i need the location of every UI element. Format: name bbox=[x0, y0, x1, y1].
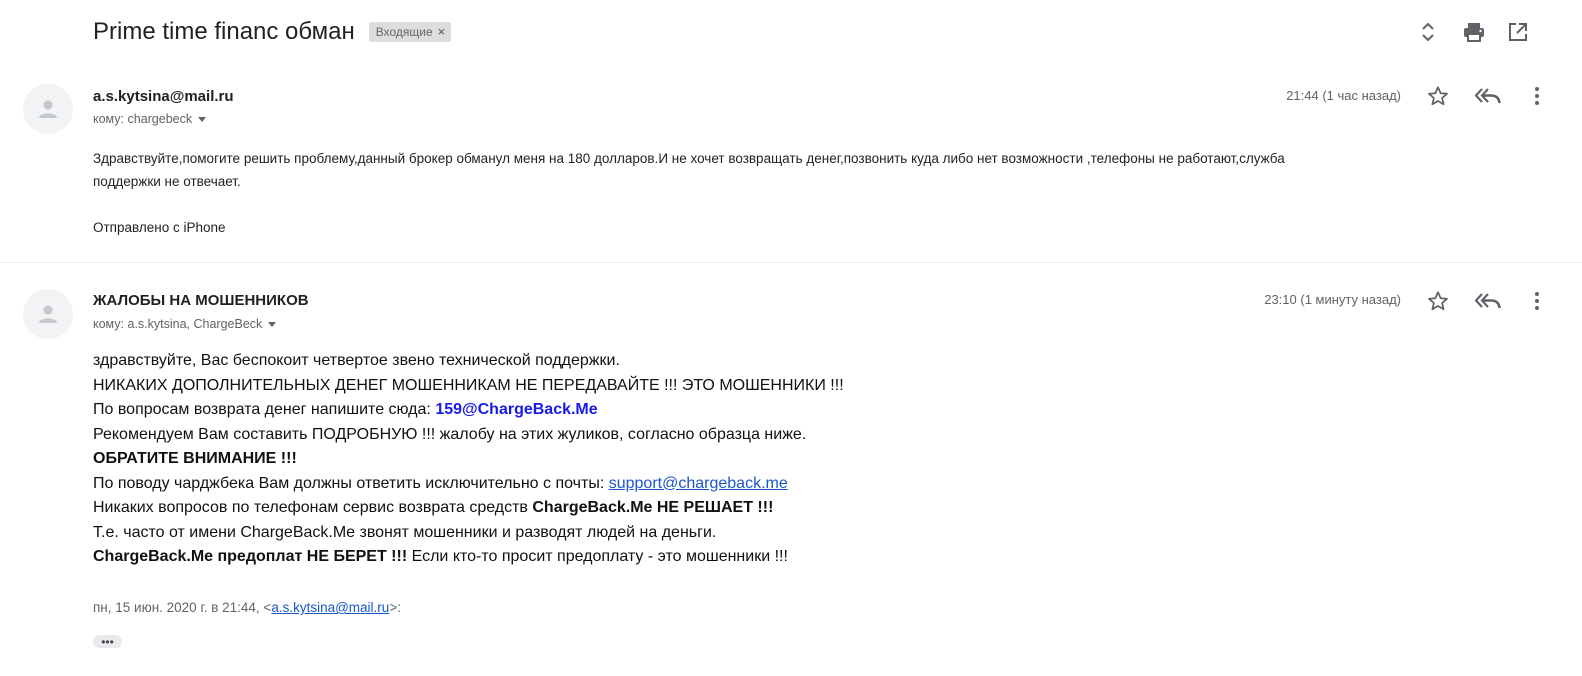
sender-email[interactable]: a.s.kytsina@mail.ru bbox=[93, 88, 234, 105]
expand-collapse-icon[interactable] bbox=[1415, 18, 1441, 46]
recipients-text: кому: chargebeck bbox=[93, 112, 193, 126]
show-trimmed-content-button[interactable]: ••• bbox=[93, 635, 122, 648]
show-details-chevron-icon[interactable] bbox=[268, 321, 277, 327]
avatar bbox=[23, 289, 73, 339]
more-options-icon[interactable] bbox=[1524, 288, 1550, 314]
print-icon[interactable] bbox=[1461, 18, 1487, 46]
open-in-new-window-icon[interactable] bbox=[1505, 18, 1531, 46]
quote-suffix: >: bbox=[389, 600, 401, 615]
quote-prefix: пн, 15 июн. 2020 г. в 21:44, < bbox=[93, 600, 272, 615]
body-line: НИКАКИХ ДОПОЛНИТЕЛЬНЫХ ДЕНЕГ МОШЕННИКАМ … bbox=[93, 376, 844, 394]
body-line: По поводу чарджбека Вам должны ответить … bbox=[93, 472, 1533, 497]
inbox-label-chip[interactable]: Входящие × bbox=[368, 22, 452, 42]
message-body: здравствуйте, Вас беспокоит четвертое зв… bbox=[93, 349, 1533, 570]
show-details-chevron-icon[interactable] bbox=[198, 116, 207, 122]
star-icon[interactable] bbox=[1425, 83, 1451, 109]
body-text: Никаких вопросов по телефонам сервис воз… bbox=[93, 499, 533, 516]
reply-all-icon[interactable] bbox=[1475, 288, 1501, 314]
body-bold-text: ОБРАТИТЕ ВНИМАНИЕ !!! bbox=[93, 450, 297, 467]
recipients-text: кому: a.s.kytsina, ChargeBeck bbox=[93, 317, 263, 331]
body-line: Здравствуйте,помогите решить проблему,да… bbox=[93, 151, 1285, 166]
star-icon[interactable] bbox=[1425, 288, 1451, 314]
body-bold-text: ChargeBack.Me предоплат НЕ БЕРЕТ !!! bbox=[93, 548, 408, 565]
refund-email-link[interactable]: 159@ChargeBack.Me bbox=[435, 401, 597, 418]
remove-label-icon[interactable]: × bbox=[438, 24, 446, 39]
body-line: Т.е. часто от имени ChargeBack.Me звонят… bbox=[93, 523, 717, 541]
body-line: ChargeBack.Me предоплат НЕ БЕРЕТ !!! Есл… bbox=[93, 545, 1533, 570]
message-body: Здравствуйте,помогите решить проблему,да… bbox=[93, 147, 1533, 239]
message-divider bbox=[0, 262, 1582, 263]
thread-header: Prime time financ обман Входящие × bbox=[93, 14, 452, 50]
avatar bbox=[23, 84, 73, 134]
body-line: Рекомендуем Вам составить ПОДРОБНУЮ !!! … bbox=[93, 425, 807, 443]
more-options-icon[interactable] bbox=[1524, 83, 1550, 109]
thread-toolbar bbox=[1422, 18, 1582, 48]
body-text: По поводу чарджбека Вам должны ответить … bbox=[93, 474, 609, 492]
default-user-icon bbox=[39, 305, 57, 323]
quoted-message-header: пн, 15 июн. 2020 г. в 21:44, <a.s.kytsin… bbox=[93, 600, 401, 615]
email-signature: Отправлено с iPhone bbox=[93, 220, 226, 235]
recipients-line: кому: chargebeck bbox=[93, 112, 207, 126]
body-text: Если кто-то просит предоплату - это моше… bbox=[407, 548, 788, 565]
body-line: здравствуйте, Вас беспокоит четвертое зв… bbox=[93, 352, 620, 369]
support-email-link[interactable]: support@chargeback.me bbox=[609, 475, 788, 492]
body-bold-text: ChargeBack.Me НЕ РЕШАЕТ !!! bbox=[532, 499, 774, 516]
body-text: По вопросам возврата денег напишите сюда… bbox=[93, 401, 436, 418]
message-timestamp: 21:44 (1 час назад) bbox=[1286, 88, 1401, 103]
body-line: Никаких вопросов по телефонам сервис воз… bbox=[93, 496, 1533, 521]
quoted-sender-link[interactable]: a.s.kytsina@mail.ru bbox=[271, 600, 389, 615]
sender-name[interactable]: ЖАЛОБЫ НА МОШЕННИКОВ bbox=[93, 292, 309, 309]
body-line: По вопросам возврата денег напишите сюда… bbox=[93, 398, 1533, 423]
body-line: ОБРАТИТЕ ВНИМАНИЕ !!! bbox=[93, 447, 1533, 472]
thread-subject: Prime time financ обман bbox=[93, 18, 355, 45]
body-line: поддержки не отвечает. bbox=[93, 174, 241, 189]
inbox-label-text: Входящие bbox=[375, 24, 433, 39]
recipients-line: кому: a.s.kytsina, ChargeBeck bbox=[93, 317, 277, 331]
default-user-icon bbox=[39, 100, 57, 118]
message-timestamp: 23:10 (1 минуту назад) bbox=[1264, 292, 1401, 307]
reply-all-icon[interactable] bbox=[1475, 83, 1501, 109]
